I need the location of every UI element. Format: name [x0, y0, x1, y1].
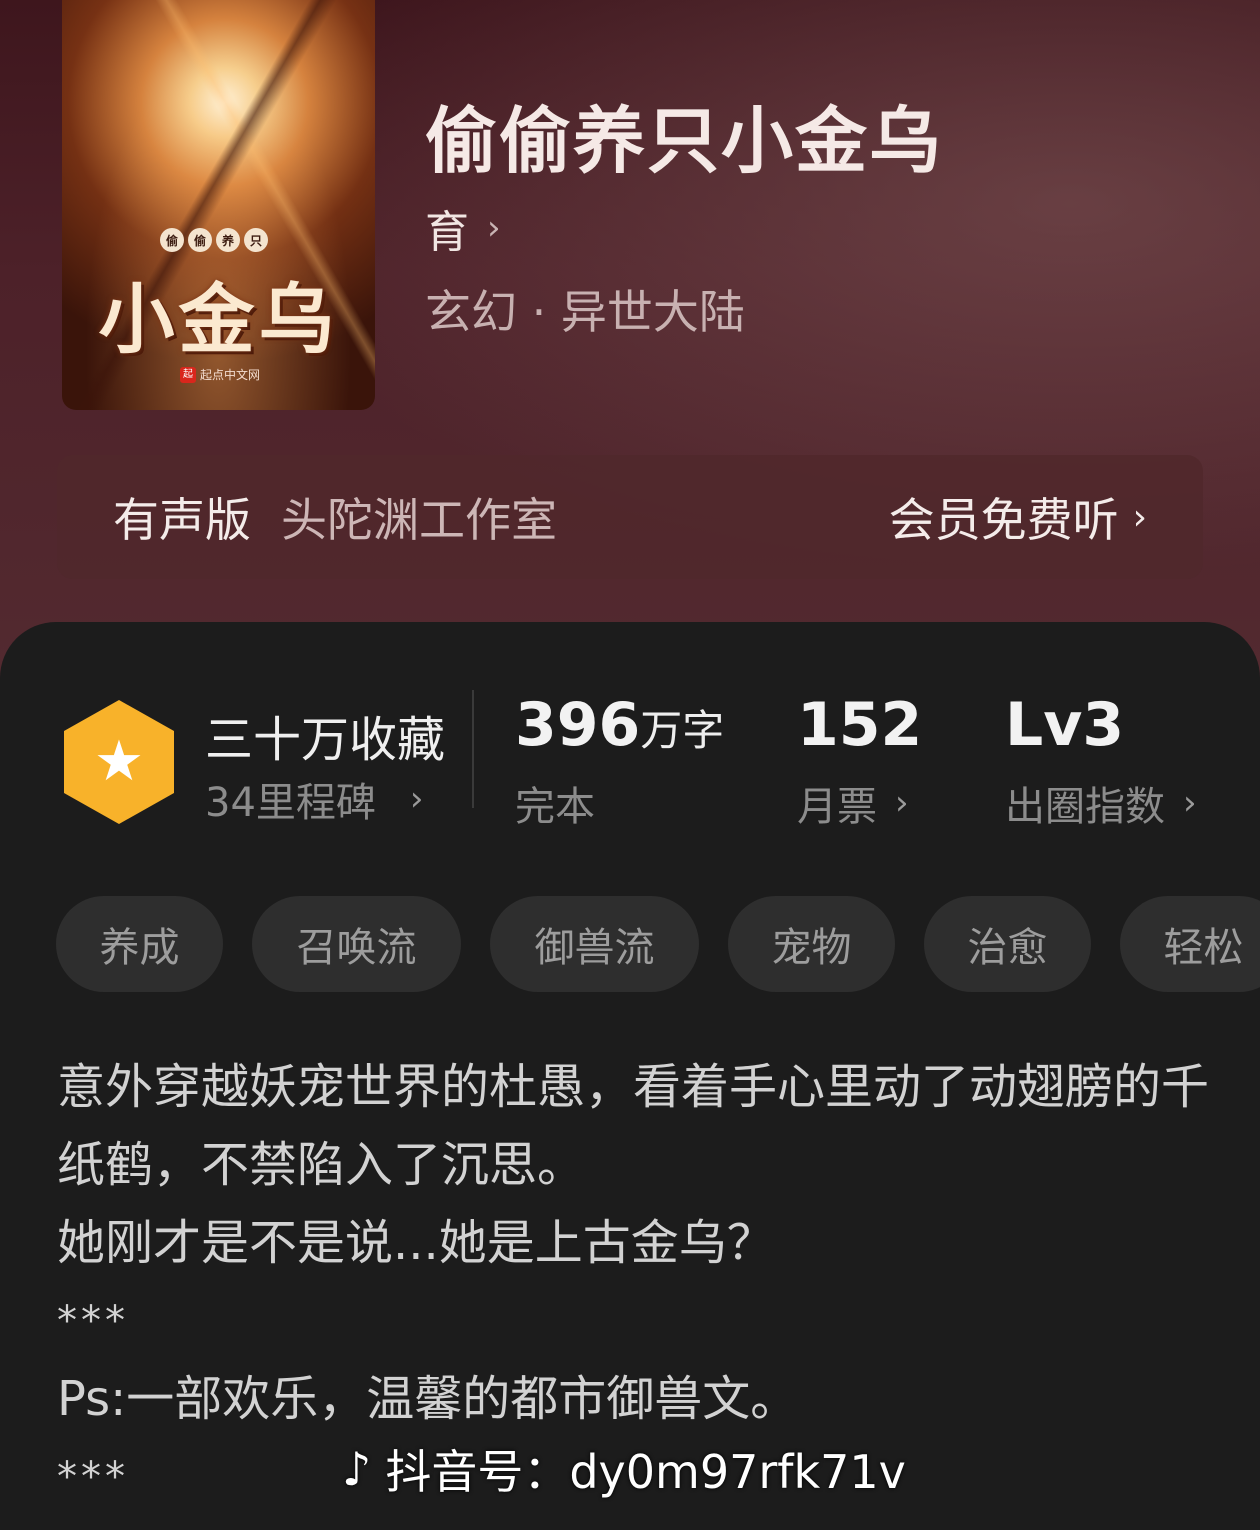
completion-status: 完本 [515, 784, 595, 830]
description-separator: *** [57, 1298, 129, 1344]
chevron-right-icon: › [487, 208, 501, 248]
tag-chip[interactable]: 轻松 [1120, 896, 1260, 992]
cover-seal: 养 [216, 228, 240, 252]
book-cover[interactable]: 偷 偷 养 只 小金乌 起 起点中文网 [62, 0, 375, 410]
tag-chip[interactable]: 治愈 [924, 896, 1091, 992]
audio-label: 有声版 [113, 493, 251, 547]
chevron-right-icon: › [409, 779, 424, 819]
description-line: 她刚才是不是说...她是上古金乌？ [57, 1215, 775, 1271]
stats-divider [472, 690, 474, 808]
author-name: 育 [425, 207, 469, 258]
collection-count: 三十万收藏 [205, 712, 446, 768]
genre-label: 玄幻 · 异世大陆 [425, 285, 745, 339]
description-line: 意外穿越妖宠世界的杜愚，看着手心里动了动翅膀的千纸鹤，不禁陷入了沉思。 [57, 1059, 1210, 1193]
cover-seal-row: 偷 偷 养 只 [160, 228, 268, 252]
audio-version-bar[interactable]: 有声版 头陀渊工作室 会员免费听 › [57, 455, 1203, 579]
chevron-right-icon: › [1132, 496, 1147, 538]
watermark-text: 抖音号：dy0m97rfk71v [385, 1445, 906, 1499]
publisher-logo-icon: 起 [180, 366, 196, 383]
cover-seal: 只 [244, 228, 268, 252]
star-icon: ★ [93, 729, 145, 794]
watermark: ♪ 抖音号：dy0m97rfk71v [342, 1436, 906, 1502]
book-title: 偷偷养只小金乌 [425, 98, 944, 183]
tag-chip[interactable]: 宠物 [728, 896, 895, 992]
tag-chip[interactable]: 御兽流 [490, 896, 699, 992]
publisher-name: 起点中文网 [200, 368, 261, 382]
chevron-right-icon: › [1183, 783, 1197, 823]
word-count-value: 396 [515, 690, 641, 760]
milestones-label: 34里程碑 [205, 780, 376, 826]
cover-seal: 偷 [160, 228, 184, 252]
word-count-unit: 万字 [640, 706, 725, 755]
tag-chip[interactable]: 养成 [56, 896, 223, 992]
word-count-stat: 396万字 完本 [515, 690, 724, 832]
monthly-votes-value: 152 [797, 690, 923, 760]
author-link[interactable]: 育 › [425, 196, 501, 260]
monthly-votes-stat[interactable]: 152 月票 › [797, 690, 922, 832]
tag-chip[interactable]: 召唤流 [252, 896, 461, 992]
audio-studio: 头陀渊工作室 [281, 493, 557, 547]
tiktok-icon: ♪ [342, 1442, 372, 1496]
listen-free-label: 会员免费听 [888, 493, 1119, 547]
listen-free-button[interactable]: 会员免费听 › [889, 484, 1147, 550]
cover-publisher: 起 起点中文网 [180, 366, 260, 383]
level-value: Lv3 [1005, 690, 1125, 760]
tag-list: 养成 召唤流 御兽流 宠物 治愈 轻松 [56, 896, 1260, 992]
cover-title: 小金乌 [98, 275, 339, 364]
cover-seal: 偷 [188, 228, 212, 252]
milestones-link[interactable]: 34里程碑 › [205, 770, 424, 828]
description-line: Ps:一部欢乐，温馨的都市御兽文。 [57, 1371, 799, 1427]
breakout-index-stat[interactable]: Lv3 出圈指数 › [1005, 690, 1197, 832]
chevron-right-icon: › [895, 783, 909, 823]
level-label: 出圈指数 [1005, 784, 1165, 830]
monthly-votes-label: 月票 [797, 784, 877, 830]
